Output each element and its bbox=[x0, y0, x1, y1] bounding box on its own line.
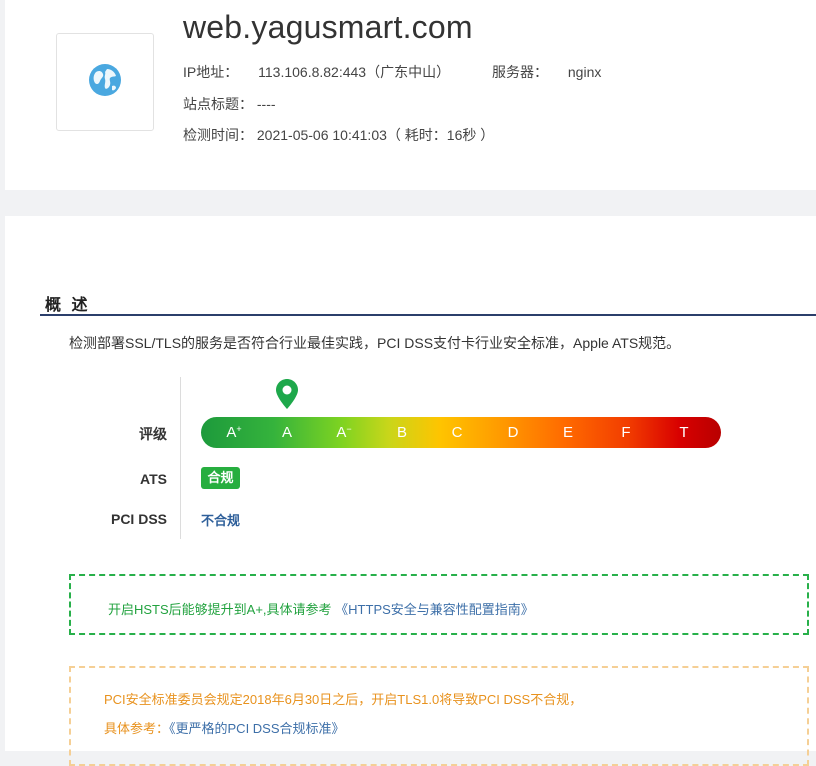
grade-d: D bbox=[507, 424, 519, 441]
ip-label: IP地址： bbox=[183, 64, 239, 80]
ip-info: IP地址： 113.106.8.82:443（广东中山） bbox=[183, 62, 450, 82]
hsts-guide-link[interactable]: 《HTTPS安全与兼容性配置指南》 bbox=[335, 602, 534, 617]
ats-label: ATS bbox=[140, 471, 167, 487]
vertical-divider bbox=[180, 377, 181, 539]
time-value: 2021-05-06 10:41:03（ 耗时：16秒 ） bbox=[256, 127, 495, 143]
grade-e: E bbox=[562, 424, 574, 441]
grade-b: B bbox=[396, 424, 408, 441]
ats-status-badge: 合规 bbox=[201, 467, 240, 489]
time-label: 检测时间： bbox=[183, 127, 253, 143]
section-divider bbox=[40, 314, 816, 316]
ip-value: 113.106.8.82:443（广东中山） bbox=[258, 64, 451, 80]
section-title: 概 述 bbox=[45, 297, 91, 314]
grade-f: F bbox=[621, 424, 631, 441]
pci-tip-message: PCI安全标准委员会规定2018年6月30日之后，开启TLS1.0将导致PCI … bbox=[104, 692, 583, 707]
grade-label: 评级 bbox=[139, 426, 167, 442]
hsts-tip-box: 开启HSTS后能够提升到A+,具体请参考 《HTTPS安全与兼容性配置指南》 bbox=[69, 574, 809, 635]
title-label: 站点标题： bbox=[183, 96, 253, 112]
server-label: 服务器： bbox=[492, 64, 548, 80]
grade-scale: A+ A A− B C D E F T bbox=[201, 417, 721, 448]
pci-tip-box: PCI安全标准委员会规定2018年6月30日之后，开启TLS1.0将导致PCI … bbox=[69, 666, 809, 766]
pci-status: 不合规 bbox=[201, 513, 241, 528]
pci-tip-reference: 具体参考：《更严格的PCI DSS合规标准》 bbox=[104, 718, 345, 737]
site-thumbnail bbox=[56, 33, 154, 131]
hsts-tip-text: 开启HSTS后能够提升到A+,具体请参考 《HTTPS安全与兼容性配置指南》 bbox=[108, 599, 534, 618]
grade-a: A bbox=[281, 424, 293, 441]
overview-description: 检测部署SSL/TLS的服务是否符合行业最佳实践，PCI DSS支付卡行业安全标… bbox=[69, 335, 681, 351]
hsts-tip-message: 开启HSTS后能够提升到A+,具体请参考 bbox=[108, 602, 336, 617]
grade-c: C bbox=[451, 424, 463, 441]
pci-standard-link[interactable]: 《更严格的PCI DSS合规标准》 bbox=[169, 721, 345, 736]
globe-icon bbox=[88, 63, 122, 102]
grade-a-minus: A− bbox=[336, 424, 352, 441]
grade-a-plus: A+ bbox=[226, 424, 242, 441]
pci-ref-label: 具体参考： bbox=[104, 721, 170, 736]
site-domain: web.yagusmart.com bbox=[183, 9, 473, 45]
grade-t: T bbox=[679, 424, 689, 441]
server-value: nginx bbox=[567, 64, 602, 80]
time-info: 检测时间： 2021-05-06 10:41:03（ 耗时：16秒 ） bbox=[183, 125, 494, 145]
title-info: 站点标题： ---- bbox=[183, 94, 276, 114]
current-grade-marker-icon bbox=[275, 378, 299, 415]
server-info: 服务器： nginx bbox=[492, 62, 601, 82]
title-value: ---- bbox=[256, 96, 276, 112]
pci-label: PCI DSS bbox=[110, 511, 167, 527]
